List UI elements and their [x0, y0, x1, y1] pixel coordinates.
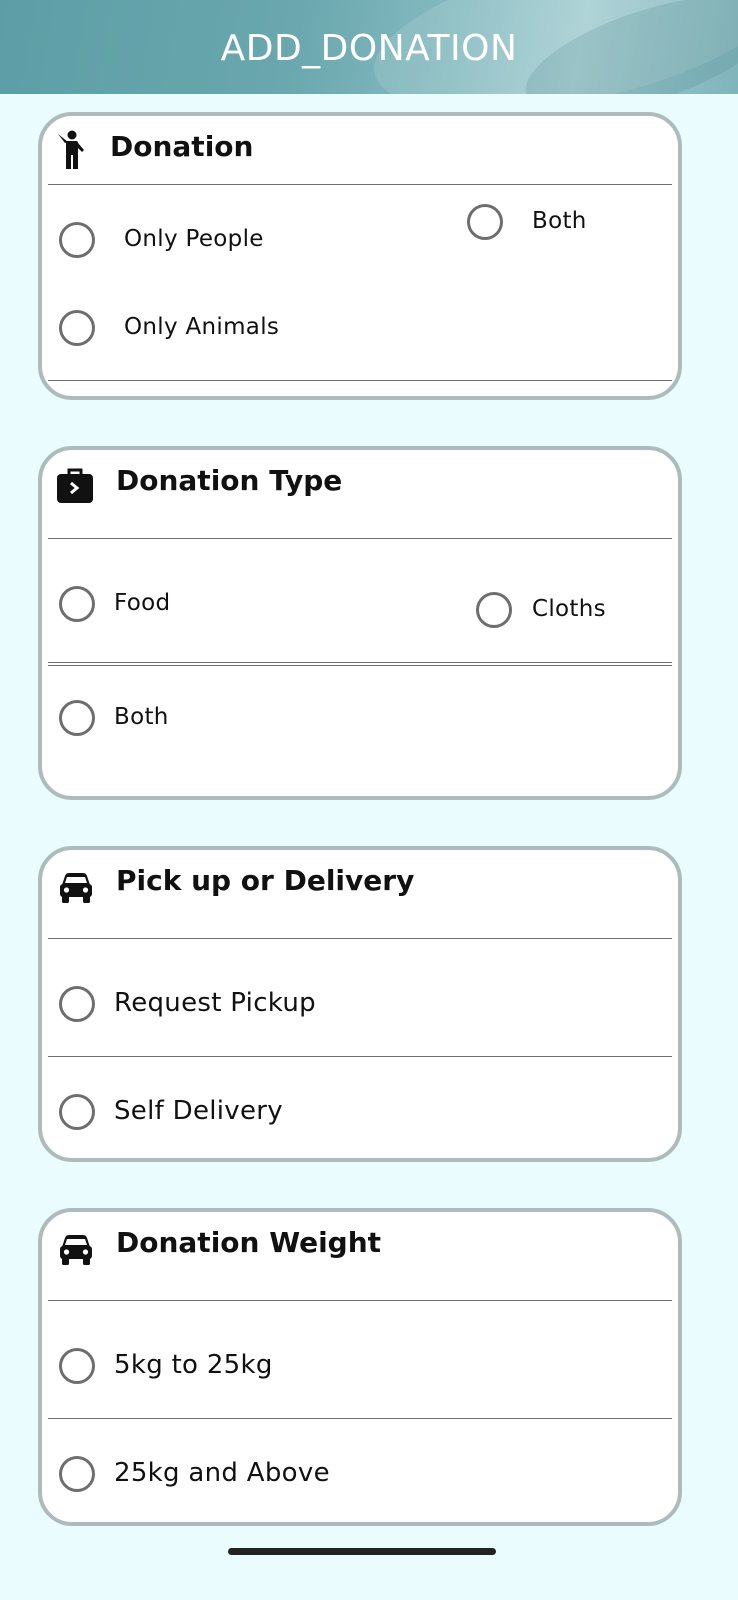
- weight-card: Donation Weight 5kg to 25kg 25kg and Abo…: [38, 1208, 682, 1526]
- option-label: Request Pickup: [114, 988, 316, 1018]
- option-25kg-and-above[interactable]: 25kg and Above: [59, 1456, 379, 1496]
- divider: [48, 1418, 672, 1419]
- radio-only-animals[interactable]: [59, 310, 95, 346]
- divider-double: [48, 662, 672, 666]
- option-label: Cloths: [532, 596, 606, 622]
- option-both[interactable]: Both: [467, 204, 627, 244]
- option-label: 25kg and Above: [114, 1458, 330, 1488]
- divider: [48, 1300, 672, 1301]
- option-cloths[interactable]: Cloths: [476, 592, 656, 632]
- page-title: ADD_DONATION: [220, 28, 518, 69]
- car-icon: [60, 873, 92, 903]
- radio-food[interactable]: [59, 586, 95, 622]
- radio-cloths[interactable]: [476, 592, 512, 628]
- donation-title: Donation: [110, 130, 254, 163]
- app-bar: ADD_DONATION: [0, 0, 738, 94]
- divider: [48, 538, 672, 539]
- option-only-people[interactable]: Only People: [59, 222, 299, 262]
- donation-type-card: Donation Type Food Cloths Both: [38, 446, 682, 800]
- pickup-card: Pick up or Delivery Request Pickup Self …: [38, 846, 682, 1162]
- option-label: Both: [532, 208, 587, 234]
- divider: [48, 1056, 672, 1057]
- radio-type-both[interactable]: [59, 700, 95, 736]
- option-label: Only People: [124, 226, 264, 252]
- weight-title: Donation Weight: [116, 1226, 382, 1259]
- option-label: Food: [114, 590, 171, 616]
- option-label: Only Animals: [124, 314, 280, 340]
- option-label: Both: [114, 704, 169, 730]
- radio-25kg-and-above[interactable]: [59, 1456, 95, 1492]
- donation-type-title: Donation Type: [116, 464, 343, 497]
- option-label: Self Delivery: [114, 1096, 283, 1126]
- donation-card: Donation Only People Both Only Animals: [38, 112, 682, 400]
- person-walking-icon: [58, 130, 84, 169]
- divider: [48, 380, 672, 381]
- option-self-delivery[interactable]: Self Delivery: [59, 1094, 359, 1134]
- home-indicator[interactable]: [228, 1548, 496, 1555]
- radio-self-delivery[interactable]: [59, 1094, 95, 1130]
- radio-both[interactable]: [467, 204, 503, 240]
- option-label: 5kg to 25kg: [114, 1350, 273, 1380]
- pickup-title: Pick up or Delivery: [116, 864, 415, 897]
- option-type-both[interactable]: Both: [59, 700, 219, 740]
- option-request-pickup[interactable]: Request Pickup: [59, 986, 359, 1026]
- radio-5kg-to-25kg[interactable]: [59, 1348, 95, 1384]
- radio-request-pickup[interactable]: [59, 986, 95, 1022]
- radio-only-people[interactable]: [59, 222, 95, 258]
- briefcase-icon: [57, 468, 93, 503]
- option-only-animals[interactable]: Only Animals: [59, 310, 319, 350]
- car-icon: [60, 1235, 92, 1265]
- option-food[interactable]: Food: [59, 586, 219, 626]
- option-5kg-to-25kg[interactable]: 5kg to 25kg: [59, 1348, 359, 1388]
- divider: [48, 938, 672, 939]
- divider: [48, 184, 672, 185]
